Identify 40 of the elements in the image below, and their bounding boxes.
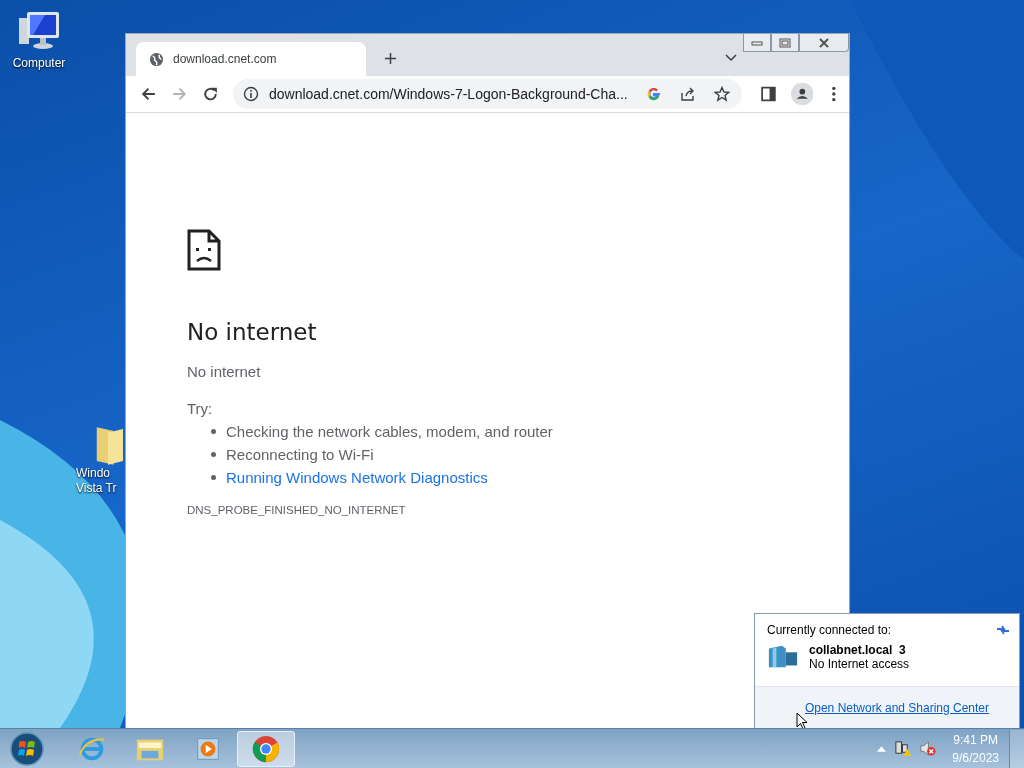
refresh-icon[interactable]: [995, 623, 1011, 637]
taskbar-app-button[interactable]: [237, 730, 295, 767]
bullet-icon: [211, 452, 216, 457]
reload-icon[interactable]: [201, 85, 219, 103]
chevron-down-icon[interactable]: [725, 54, 737, 62]
new-tab-icon[interactable]: [384, 52, 397, 65]
bullet-icon: [211, 475, 216, 480]
close-icon: [818, 37, 830, 48]
star-icon[interactable]: [713, 86, 730, 102]
desktop-icon-label[interactable]: Windo Vista Tr: [76, 466, 125, 496]
maximize-icon: [779, 37, 791, 48]
try-label: Try:: [187, 400, 214, 417]
diagnostics-link[interactable]: Running Windows Network Diagnostics: [226, 469, 488, 486]
network-warning-icon[interactable]: [894, 740, 912, 757]
suggestion-text: Checking the network cables, modem, and router: [226, 423, 553, 440]
error-heading: No internet: [187, 319, 318, 345]
globe-icon: [149, 51, 164, 67]
network-icon: [767, 644, 799, 670]
google-icon[interactable]: [645, 86, 662, 102]
back-icon[interactable]: [140, 85, 157, 103]
network-name: collabnet.local 3: [809, 643, 907, 657]
popup-heading: Currently connected to:: [767, 623, 892, 637]
browser-tab[interactable]: download.cnet.com: [136, 42, 366, 76]
side-panel-icon[interactable]: [759, 85, 777, 103]
desktop-icon-label[interactable]: Computer: [12, 56, 66, 70]
menu-icon[interactable]: [831, 85, 837, 103]
network-status: No Internet access: [809, 657, 910, 671]
info-icon[interactable]: [242, 86, 259, 102]
profile-icon[interactable]: [790, 82, 814, 106]
suggestion-text: Reconnecting to Wi-Fi: [226, 446, 374, 463]
error-message: No internet: [187, 363, 262, 380]
share-icon[interactable]: [679, 86, 696, 102]
chrome-icon: [251, 733, 281, 764]
error-code: DNS_PROBE_FINISHED_NO_INTERNET: [187, 504, 407, 516]
sad-document-icon: [187, 229, 221, 271]
bullet-icon: [211, 429, 216, 434]
muted-speaker-icon[interactable]: [919, 740, 937, 757]
address-bar[interactable]: download.cnet.com/Windows-7-Logon-Background-Cha...: [232, 79, 742, 109]
close-button[interactable]: [799, 34, 849, 52]
start-button[interactable]: [9, 730, 45, 767]
